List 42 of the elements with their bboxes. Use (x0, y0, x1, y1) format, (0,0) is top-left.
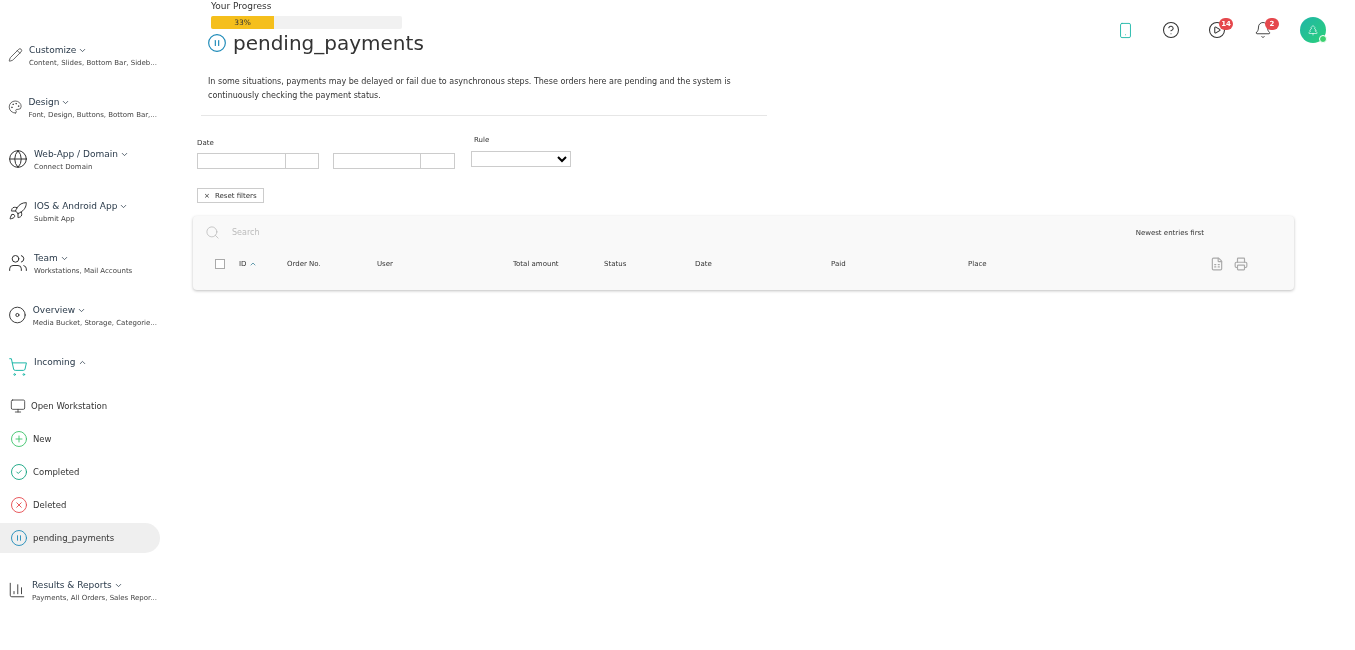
help-icon[interactable] (1162, 21, 1180, 39)
select-all-checkbox[interactable] (215, 259, 225, 269)
phone-icon[interactable] (1117, 21, 1134, 39)
sidebar-item[interactable]: pending_payments (0, 523, 160, 553)
palette-icon (8, 97, 23, 117)
progress-label: Your Progress (211, 1, 273, 11)
sidebar-item[interactable]: Deleted (0, 490, 160, 520)
date-field[interactable] (197, 153, 286, 169)
sidebar-item[interactable]: Open Workstation (0, 391, 160, 421)
pause-circle-icon (10, 529, 28, 547)
page-title: pending_payments (233, 31, 424, 55)
sidebar-group-toggle[interactable]: Customize (28, 45, 88, 55)
sidebar-item[interactable]: New (0, 424, 160, 454)
sidebar-group-toggle[interactable]: Overview (32, 305, 87, 315)
pause-circle-icon (207, 33, 227, 53)
sidebar-group-toggle[interactable]: Design (28, 97, 71, 107)
sort-up-icon (249, 260, 258, 268)
sidebar-group-toggle[interactable]: Results & Reports (32, 580, 123, 590)
rocket-icon (8, 201, 28, 221)
sidebar-group-toggle[interactable]: Team (34, 253, 69, 263)
page-description: In some situations, payments may be delayed or fail due to asynchronous steps. These orders here are pending and the system is continuously checking the payment status. (208, 76, 732, 102)
bell-icon[interactable] (1254, 21, 1272, 39)
x-circle-icon (10, 496, 28, 514)
cart-icon (8, 357, 28, 377)
people-icon (8, 253, 28, 273)
avatar[interactable] (1300, 17, 1326, 43)
time-field[interactable] (286, 153, 319, 169)
plus-circle-icon (10, 430, 28, 448)
date-field[interactable] (333, 153, 421, 169)
time-field[interactable] (421, 153, 455, 169)
globe-icon (8, 149, 28, 169)
bar-chart-icon (8, 580, 26, 600)
disc-icon (8, 305, 27, 325)
sidebar-group-toggle[interactable]: Web-App / Domain (34, 149, 129, 159)
search-icon (205, 225, 220, 240)
sidebar-group-toggle[interactable]: Incoming (34, 357, 87, 367)
monitor-icon (10, 398, 26, 414)
check-circle-icon (10, 463, 28, 481)
sidebar-item[interactable]: Completed (0, 457, 160, 487)
rule-select[interactable] (471, 151, 571, 167)
pencil-icon (8, 45, 23, 65)
sidebar-group-toggle[interactable]: IOS & Android App (34, 201, 129, 211)
